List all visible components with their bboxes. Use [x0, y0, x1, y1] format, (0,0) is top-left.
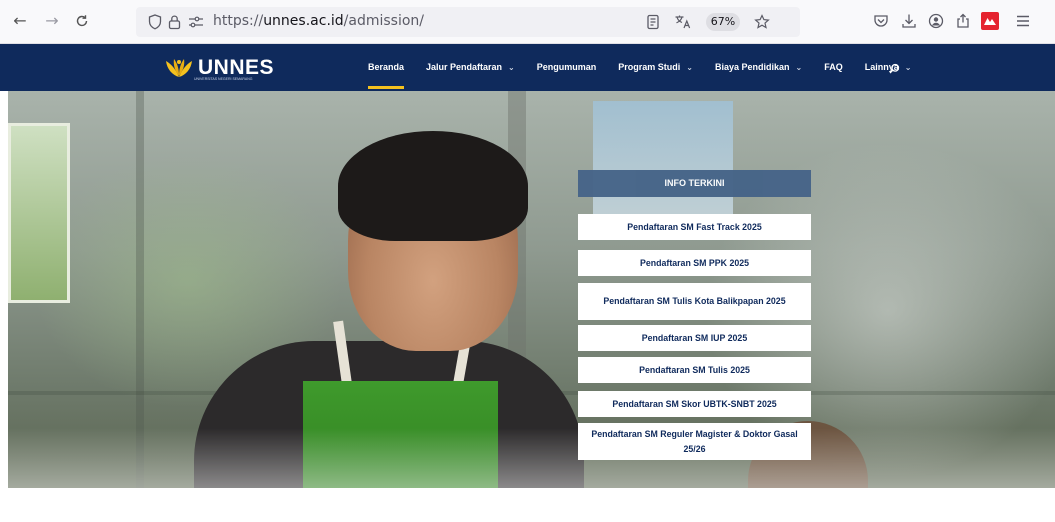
- menu-item-jalur-pendaftaran[interactable]: Jalur Pendaftaran ⌄: [426, 44, 515, 91]
- info-link-tulis-balikpapan[interactable]: Pendaftaran SM Tulis Kota Balikpapan 202…: [578, 283, 811, 320]
- info-link-ppk[interactable]: Pendaftaran SM PPK 2025: [578, 250, 811, 276]
- menu-item-biaya-pendidikan[interactable]: Biaya Pendidikan ⌄: [715, 44, 802, 91]
- reload-icon[interactable]: [70, 9, 94, 33]
- hero-fade: [8, 428, 1055, 488]
- chevron-down-icon: ⌄: [795, 63, 803, 72]
- menu-item-faq[interactable]: FAQ: [824, 44, 843, 91]
- unnes-emblem-icon: [166, 59, 192, 77]
- chevron-down-icon: ⌄: [686, 63, 693, 72]
- url-prefix: https://: [213, 13, 264, 29]
- background-poster: [8, 123, 70, 303]
- site-header: UNNES UNIVERSITAS NEGERI SEMARANG Berand…: [0, 44, 1055, 91]
- url-host: unnes.ac.id: [263, 13, 344, 29]
- info-link-reguler-magister-doktor[interactable]: Pendaftaran SM Reguler Magister & Doktor…: [578, 423, 811, 460]
- url-path: /admission/: [343, 13, 425, 29]
- extension-icon[interactable]: [981, 12, 999, 30]
- menu-item-pengumuman[interactable]: Pengumuman: [537, 44, 597, 91]
- background-banner: [593, 101, 733, 221]
- download-icon[interactable]: [898, 10, 920, 32]
- unnes-logo[interactable]: UNNES UNIVERSITAS NEGERI SEMARANG: [164, 54, 274, 82]
- lock-icon[interactable]: [168, 10, 181, 38]
- browser-toolbar: ← → https://unnes.ac.id/admission/ 67%: [0, 0, 1055, 44]
- info-link-skor-utbk-snbt[interactable]: Pendaftaran SM Skor UBTK-SNBT 2025: [578, 391, 811, 417]
- logo-text: UNNES: [198, 56, 275, 79]
- menu-hamburger-icon[interactable]: [1012, 10, 1034, 32]
- address-bar[interactable]: https://unnes.ac.id/admission/ 67%: [136, 7, 800, 37]
- menu-item-label: Program Studi: [618, 62, 681, 72]
- bookmark-star-icon[interactable]: [754, 10, 770, 38]
- menu-item-program-studi[interactable]: Program Studi ⌄: [618, 44, 693, 91]
- translate-icon[interactable]: [674, 10, 692, 39]
- share-icon[interactable]: [952, 10, 974, 32]
- reader-view-icon[interactable]: [646, 10, 660, 38]
- student-hair: [338, 131, 528, 241]
- info-link-iup[interactable]: Pendaftaran SM IUP 2025: [578, 325, 811, 351]
- url-text: https://unnes.ac.id/admission/: [213, 13, 424, 29]
- main-menu: Beranda Jalur Pendaftaran ⌄ Pengumuman Pr…: [368, 44, 933, 91]
- search-icon[interactable]: [889, 44, 900, 91]
- menu-item-label: FAQ: [824, 62, 843, 72]
- shield-icon[interactable]: [148, 10, 162, 38]
- info-terkini-header: INFO TERKINI: [578, 170, 811, 197]
- menu-item-label: Beranda: [368, 62, 405, 72]
- forward-arrow-icon[interactable]: →: [40, 9, 64, 33]
- menu-item-label: Biaya Pendidikan: [714, 62, 790, 72]
- menu-item-label: Jalur Pendaftaran: [426, 62, 503, 72]
- logo-subtitle: UNIVERSITAS NEGERI SEMARANG: [194, 77, 253, 81]
- account-icon[interactable]: [925, 10, 947, 32]
- hero-banner: [8, 91, 1055, 488]
- menu-item-beranda[interactable]: Beranda: [368, 44, 405, 91]
- back-arrow-icon[interactable]: ←: [8, 9, 32, 33]
- menu-item-label: Pengumuman: [536, 62, 597, 72]
- chevron-down-icon: ⌄: [904, 63, 912, 72]
- permissions-icon[interactable]: [188, 10, 204, 37]
- info-link-tulis[interactable]: Pendaftaran SM Tulis 2025: [578, 357, 811, 383]
- zoom-level-badge[interactable]: 67%: [706, 13, 740, 31]
- info-link-fast-track[interactable]: Pendaftaran SM Fast Track 2025: [578, 214, 811, 240]
- chevron-down-icon: ⌄: [508, 63, 515, 72]
- pocket-icon[interactable]: [870, 10, 892, 32]
- page-content-area: [0, 488, 1055, 522]
